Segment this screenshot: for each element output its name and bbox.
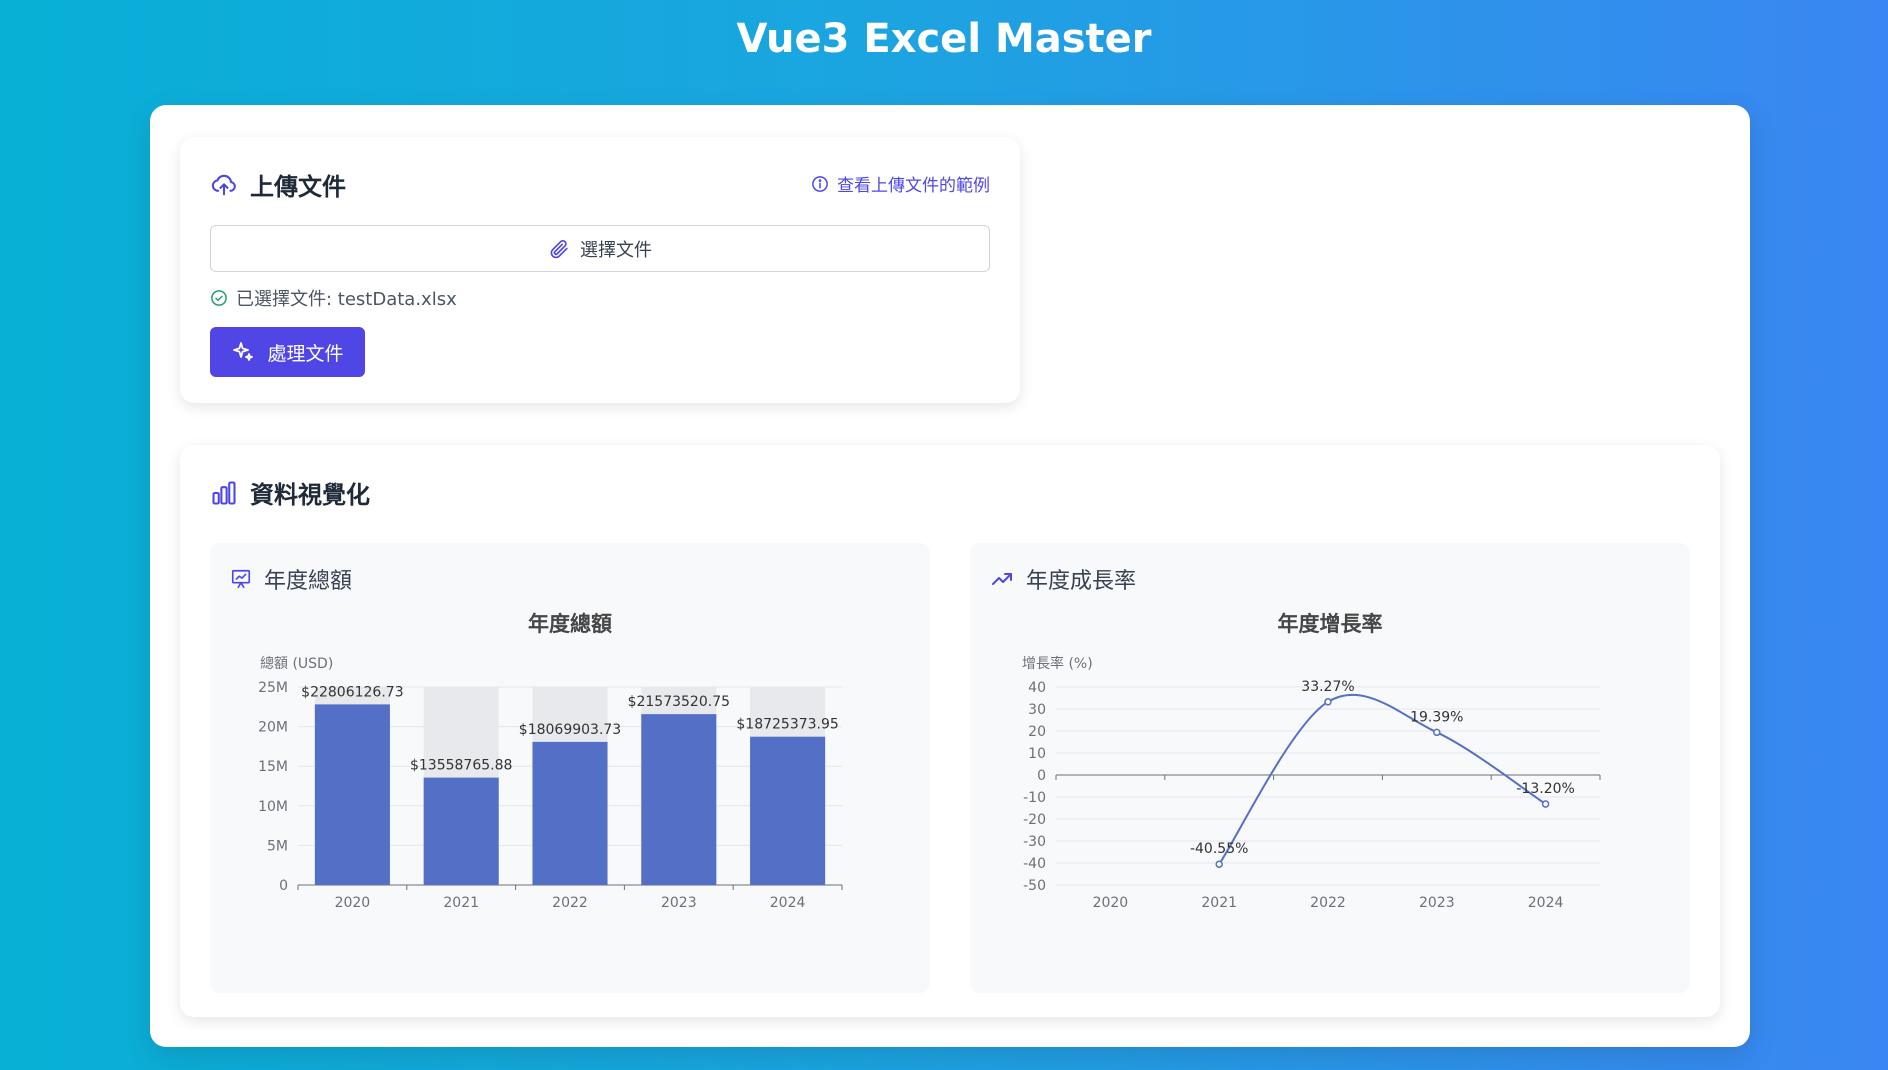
upload-card: 上傳文件 查看上傳文件的範例 選擇文件 已選擇文件: testData.xlsx… — [180, 137, 1020, 403]
annual-total-bar-chart: 年度總額總額 (USD) 0 5M 10M 15M 20M 25M $22806126.73 2… — [258, 612, 843, 911]
bar-data-label: $18069903.73 — [519, 722, 621, 738]
y-axis-label: 增長率 (%) — [1022, 655, 1093, 672]
x-tick-label: 2024 — [770, 895, 806, 911]
bar-chart-icon — [210, 479, 238, 507]
choose-file-button[interactable]: 選擇文件 — [210, 225, 990, 272]
x-tick-label: 2021 — [443, 895, 479, 911]
visualization-card: 資料視覺化 年度總額 年度總額總額 (USD) 0 5M 10M 15M 20M 25M $2… — [180, 445, 1720, 1017]
x-tick-label: 2021 — [1201, 895, 1237, 911]
sparkles-icon — [231, 340, 255, 364]
chart-title: 年度增長率 — [1278, 612, 1383, 636]
x-tick-label: 2020 — [335, 895, 371, 911]
y-tick-label: 10 — [1028, 746, 1046, 762]
point-data-label: -40.55% — [1190, 841, 1248, 857]
process-file-label: 處理文件 — [267, 343, 344, 365]
y-tick-label: -20 — [1023, 812, 1046, 828]
bar-data-label: $18725373.95 — [736, 717, 838, 733]
annual-total-panel: 年度總額 年度總額總額 (USD) 0 5M 10M 15M 20M 25M $2280612… — [210, 543, 930, 993]
main-panel: 上傳文件 查看上傳文件的範例 選擇文件 已選擇文件: testData.xlsx… — [150, 105, 1750, 1047]
x-tick-label: 2020 — [1093, 895, 1129, 911]
data-point — [1215, 860, 1223, 868]
y-tick-label: 40 — [1028, 680, 1046, 696]
y-tick-label: -30 — [1023, 834, 1046, 850]
x-tick-label: 2024 — [1528, 895, 1564, 911]
annual-growth-line-chart: 年度增長率增長率 (%) -50 -40 -30 -20 -10 0 10 20 30 40 2020… — [1022, 612, 1601, 911]
process-file-button[interactable]: 處理文件 — [210, 327, 365, 377]
x-tick-label: 2022 — [1310, 895, 1346, 911]
bar — [314, 704, 390, 885]
x-tick-label: 2023 — [1419, 895, 1455, 911]
y-tick-label: -10 — [1023, 790, 1046, 806]
paperclip-icon — [548, 238, 570, 260]
data-point — [1541, 800, 1550, 808]
chart-title: 年度總額 — [528, 612, 612, 636]
upload-header: 上傳文件 — [210, 167, 346, 202]
y-tick-label: 15M — [258, 759, 288, 775]
bar — [641, 714, 717, 885]
point-data-label: -13.20% — [1516, 781, 1574, 797]
y-tick-label: 20 — [1028, 724, 1046, 740]
bar-data-label: $13558765.88 — [410, 758, 512, 774]
bar — [750, 736, 826, 885]
y-tick-label: -40 — [1023, 856, 1046, 872]
bar-data-label: $21573520.75 — [628, 694, 730, 710]
choose-file-label: 選擇文件 — [580, 239, 652, 261]
app-title: Vue3 Excel Master — [736, 16, 1152, 62]
bar-data-label: $22806126.73 — [301, 684, 403, 700]
visualization-header: 資料視覺化 — [210, 475, 370, 510]
check-circle-icon — [210, 289, 228, 307]
data-point — [1433, 728, 1441, 737]
point-data-label: 33.27% — [1301, 679, 1354, 695]
y-tick-label: 0 — [1037, 768, 1046, 784]
y-tick-label: 10M — [258, 799, 288, 815]
annual-growth-panel: 年度成長率 年度增長率 增長率 (%) -50 -40 -30 -20 -10 0 10 20 30… — [970, 543, 1690, 993]
bar — [423, 777, 499, 885]
cloud-upload-icon — [210, 171, 238, 199]
x-tick-label: 2023 — [661, 895, 697, 911]
example-link[interactable]: 查看上傳文件的範例 — [811, 171, 990, 196]
point-data-label: 19.39% — [1410, 709, 1463, 725]
bar — [532, 741, 608, 885]
y-tick-label: 25M — [258, 680, 288, 696]
x-tick-label: 2022 — [552, 895, 588, 911]
visualization-title: 資料視覺化 — [250, 481, 370, 509]
data-point — [1324, 698, 1332, 706]
info-icon — [811, 175, 829, 193]
y-axis-label: 總額 (USD) — [260, 655, 333, 672]
selected-file-text: 已選擇文件: testData.xlsx — [236, 289, 457, 310]
upload-title: 上傳文件 — [250, 173, 346, 201]
y-tick-label: 0 — [279, 878, 288, 894]
y-tick-label: 5M — [267, 838, 288, 854]
example-link-label: 查看上傳文件的範例 — [837, 176, 990, 196]
y-tick-label: 20M — [258, 720, 288, 736]
y-tick-label: 30 — [1028, 702, 1046, 718]
selected-file-status: 已選擇文件: testData.xlsx — [210, 285, 457, 311]
y-tick-label: -50 — [1023, 878, 1046, 894]
